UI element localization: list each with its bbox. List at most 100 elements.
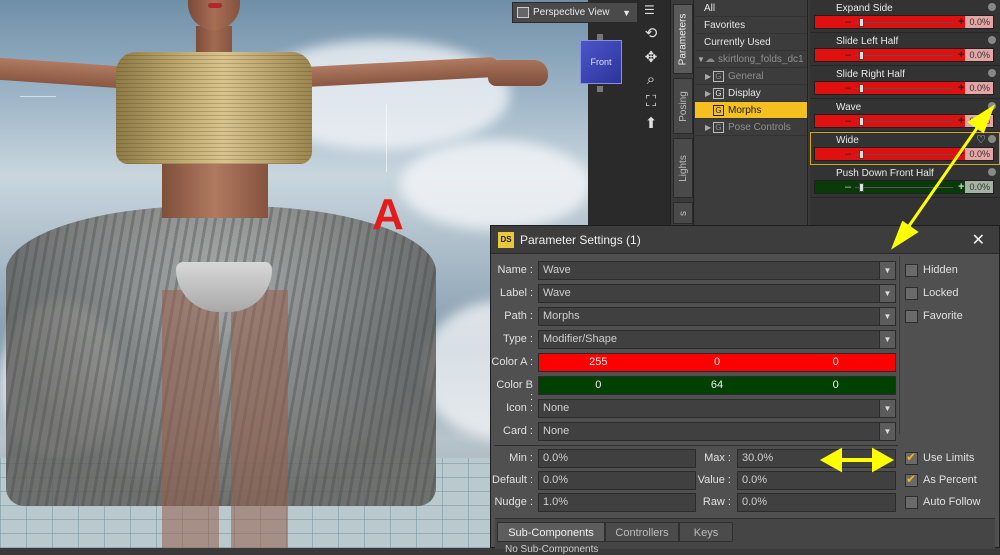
use-limits-checkbox[interactable] [905,450,918,465]
minus-icon[interactable]: – [845,115,851,127]
view-cube[interactable]: Front [580,40,622,84]
tab-controllers[interactable]: Controllers [605,522,679,542]
name-field[interactable]: Wave ▼ [538,261,896,280]
view-cube-knob[interactable] [597,86,603,92]
tab-more[interactable]: s [673,202,693,224]
slider-line [855,121,953,122]
chevron-down-icon[interactable]: ▼ [879,423,895,440]
gear-icon[interactable] [988,135,996,143]
color-a-field[interactable]: 255 0 0 [538,353,896,372]
slider-track[interactable]: – +0.0% [814,15,994,29]
tree-item-node[interactable]: ▼☁ skirtlong_folds_dc1 [695,51,807,68]
view-select-label: Perspective View [533,7,610,18]
minus-icon[interactable]: – [845,49,851,61]
hidden-checkbox[interactable] [905,263,918,277]
close-icon[interactable]: ✕ [972,230,985,250]
tab-keys[interactable]: Keys [679,522,733,542]
plus-icon[interactable]: + [958,82,964,94]
use-limits-checkbox-row[interactable]: Use Limits [905,448,974,468]
gear-icon[interactable] [988,168,996,176]
tree-item-morphs[interactable]: G Morphs [695,102,807,119]
color-b-field[interactable]: 0 64 0 [538,376,896,395]
max-field[interactable]: 30.0% [737,449,896,468]
as-percent-checkbox-row[interactable]: As Percent [905,470,977,490]
min-field[interactable]: 0.0% [538,449,696,468]
frame-icon[interactable]: ⛶ [640,92,662,112]
tab-parameters[interactable]: Parameters [673,4,693,74]
gear-icon[interactable] [988,102,996,110]
chevron-down-icon[interactable]: ▼ [879,285,895,302]
tab-sub-components[interactable]: Sub-Components [497,522,605,542]
slider-line [855,154,953,155]
view-cube-knob[interactable] [597,34,603,40]
minus-icon[interactable]: – [845,181,851,193]
gear-icon[interactable] [988,36,996,44]
expand-arrow-icon[interactable]: ▼ [697,51,705,68]
card-field[interactable]: None ▼ [538,422,896,441]
slider-track[interactable]: – +0.0% [814,180,994,194]
dialog-title-bar[interactable]: DS Parameter Settings (1) ✕ [491,226,999,254]
locked-checkbox-row[interactable]: Locked [905,283,958,303]
expand-arrow-icon[interactable]: ▶ [705,85,713,102]
as-percent-checkbox[interactable] [905,472,918,487]
slider-track[interactable]: – +0.0% [814,147,994,161]
slider-knob[interactable] [859,117,864,126]
raw-field[interactable]: 0.0% [737,493,896,512]
slider-track[interactable]: – +0.0% [814,81,994,95]
gear-icon[interactable] [988,3,996,11]
favorite-checkbox-row[interactable]: Favorite [905,306,963,326]
slider-row: Push Down Front Half – +0.0% [810,165,1000,198]
hidden-checkbox-row[interactable]: Hidden [905,260,958,280]
plus-icon[interactable]: + [958,49,964,61]
tree-item-pose-controls[interactable]: ▶ G Pose Controls [695,119,807,136]
minus-icon[interactable]: – [845,148,851,160]
slider-knob[interactable] [859,183,864,192]
tree-item-all[interactable]: All [695,0,807,17]
chevron-down-icon[interactable]: ▼ [879,262,895,279]
gear-icon[interactable] [988,69,996,77]
path-field[interactable]: Morphs ▼ [538,307,896,326]
value-field[interactable]: 0.0% [737,471,896,490]
chevron-down-icon[interactable]: ▼ [879,331,895,348]
plus-icon[interactable]: + [958,115,964,127]
icon-field[interactable]: None ▼ [538,399,896,418]
menu-icon[interactable]: ☰ [644,4,656,18]
tab-lights[interactable]: Lights [673,138,693,198]
minus-icon[interactable]: – [845,16,851,28]
tab-posing[interactable]: Posing [673,78,693,134]
minus-icon[interactable]: – [845,82,851,94]
label-field[interactable]: Wave ▼ [538,284,896,303]
tree-item-currently-used[interactable]: Currently Used [695,34,807,51]
zoom-icon[interactable]: ⌕ [640,70,662,90]
slider-value: 0.0% [969,182,990,192]
nudge-field[interactable]: 1.0% [538,493,696,512]
reset-view-icon[interactable]: ⬆ [640,114,662,134]
auto-follow-checkbox-row[interactable]: Auto Follow [905,492,980,512]
tree-item-general[interactable]: ▶ G General [695,68,807,85]
view-select-dropdown[interactable]: Perspective View ▼ [512,2,638,23]
auto-follow-checkbox[interactable] [905,495,918,509]
chevron-down-icon[interactable]: ▼ [879,400,895,417]
group-icon: G [713,121,724,133]
orbit-icon[interactable]: ⟲ [640,24,662,44]
plus-icon[interactable]: + [958,181,964,193]
tree-item-favorites[interactable]: Favorites [695,17,807,34]
plus-icon[interactable]: + [958,16,964,28]
pan-icon[interactable]: ✥ [640,48,662,68]
slider-knob[interactable] [859,51,864,60]
slider-track[interactable]: – +0.0% [814,114,994,128]
slider-track[interactable]: – +0.0% [814,48,994,62]
favorite-checkbox[interactable] [905,309,918,323]
heart-icon[interactable]: ♡ [976,133,986,146]
expand-arrow-icon[interactable]: ▶ [705,119,713,136]
default-field[interactable]: 0.0% [538,471,696,490]
type-field[interactable]: Modifier/Shape ▼ [538,330,896,349]
expand-arrow-icon[interactable]: ▶ [705,68,713,85]
slider-knob[interactable] [859,84,864,93]
slider-knob[interactable] [859,150,864,159]
chevron-down-icon[interactable]: ▼ [879,308,895,325]
slider-knob[interactable] [859,18,864,27]
tree-item-display[interactable]: ▶ G Display [695,85,807,102]
locked-checkbox[interactable] [905,286,918,300]
plus-icon[interactable]: + [958,148,964,160]
